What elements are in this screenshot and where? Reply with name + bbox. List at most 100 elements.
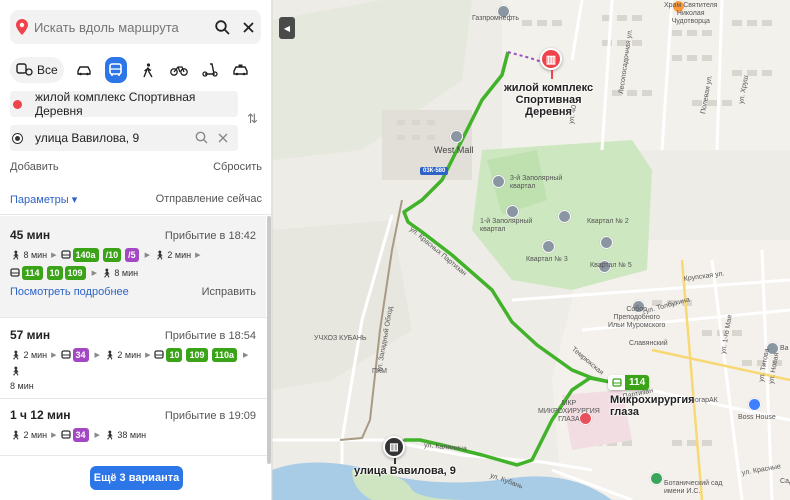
search-icon[interactable] [195,131,208,147]
building-poi-icon[interactable] [506,205,519,218]
route-number-badge: 114 [22,266,43,280]
walk-icon: 🚶︎ [153,249,166,260]
map-label: Квартал № 2 [587,218,629,225]
departure-time-selector[interactable]: Отправление сейчас [156,193,262,206]
leg-separator: ▶ [91,270,97,277]
map-label: Ботанический сад имени И.С. [664,480,723,495]
map-label: Славянский [629,340,668,347]
walk-duration: 2 мин [23,430,48,440]
more-routes-button[interactable]: Ещё 3 варианта [90,466,183,490]
route-option-1[interactable]: 45 мин Прибытие в 18:42 🚶︎ 8 мин ▶ 140а/1… [0,216,266,317]
route-from-field[interactable]: жилой комплекс Спортивная Деревня [10,90,238,118]
collapse-panel-button[interactable]: ◀ [279,17,295,39]
bus-leg: 10 109 110а [154,348,239,362]
close-icon[interactable] [235,10,261,44]
mode-taxi-button[interactable] [230,57,251,83]
walk-icon: 🚶︎ [10,429,22,440]
shopping-poi-icon[interactable] [450,130,463,143]
route-option-3[interactable]: 1 ч 12 мин Прибытие в 19:09 🚶︎ 2 мин ▶ 34… [0,399,266,455]
route-legs: 🚶︎ 8 мин ▶ 140а/10/5 ▶ 🚶︎ 2 мин ▶ 114 10 10… [10,248,256,280]
walk-leg: 🚶︎ 2 мин [154,250,191,261]
route-from-text: жилой комплекс Спортивная Деревня [35,90,196,118]
bus-leg: 34 [60,428,91,442]
start-label: улица Вавилова, 9 [354,465,456,477]
map-label: Храм Святителя Николая Чудотворца [664,2,718,25]
destination-marker[interactable]: ▥ [540,48,562,79]
boss-house-poi-icon[interactable] [748,398,761,411]
mode-bicycle-button[interactable] [168,57,189,83]
bus-icon [154,350,165,359]
route-number-badge: 110а [211,348,238,362]
route-fix-link[interactable]: Исправить [202,286,256,298]
map-label: West Mall [434,145,474,155]
bus-icon [10,268,20,277]
map-label: Ва [780,345,789,352]
scooter-icon [201,63,218,77]
leg-separator: ▶ [51,252,57,259]
route-search-input[interactable] [33,19,210,35]
add-point-link[interactable]: Добавить [10,161,59,173]
bus-leg: 114 10 [10,266,65,280]
map-label: Квартал № 3 [526,256,568,263]
destination-label: жилой комплекс Спортивная Деревня [504,82,594,118]
map-label: 3-й Заполярный квартал [510,175,563,190]
mode-scooter-button[interactable] [199,57,220,83]
leg-separator: ▶ [243,352,249,359]
route-number-badge: 10 [166,348,183,362]
route-arrival: Прибытие в 18:54 [164,330,256,342]
leg-separator: ▶ [51,432,57,439]
map-view[interactable]: ◀ 03К-580 Газпромнефть West Mall 3-й Зап… [272,0,790,500]
route-to-field[interactable]: улица Вавилова, 9 [10,125,238,151]
building-poi-icon[interactable] [558,210,571,223]
mixed-transport-icon [16,63,33,76]
transport-mode-bar: Все [10,56,261,84]
bus-icon [60,430,71,439]
walk-icon: 🚶︎ [100,267,113,278]
botanical-garden-poi-icon[interactable] [650,472,663,485]
start-marker[interactable]: ▥ [383,436,405,464]
building-poi-icon[interactable] [542,240,555,253]
walk-duration: 8 мин [114,268,139,278]
params-dropdown[interactable]: Параметры ▾ [10,193,77,206]
route-legs: 🚶︎ 2 мин ▶ 34 ▶ 🚶︎ 2 мин ▶ 10 109 110а ▶ 🚶︎ … [10,348,256,391]
reset-route-link[interactable]: Сбросить [213,161,262,173]
map-label: МКР МИКРОХИРУРГИЯ ГЛАЗА [538,400,600,423]
route-point-actions: Добавить Сбросить [10,161,262,173]
building-poi-icon[interactable] [600,236,613,249]
route-number-badge: 34 [72,428,89,442]
leg-separator: ▶ [145,352,151,359]
walk-icon [143,62,153,77]
walk-leg: 🚶︎ 38 мин [104,430,146,441]
leg-separator: ▶ [51,352,57,359]
walk-duration: 8 мин [23,250,48,260]
search-icon[interactable] [210,10,236,44]
route-option-2[interactable]: 57 мин Прибытие в 18:54 🚶︎ 2 мин ▶ 34 ▶ 🚶… [0,318,266,398]
map-label: Квартал № 5 [590,262,632,269]
mode-car-button[interactable] [74,57,95,83]
swap-points-icon[interactable]: ⇅ [247,111,258,127]
walk-leg: 🚶︎ 8 мин [10,250,47,261]
map-label: учхоз кубань [314,335,367,342]
bus-stop-marker[interactable]: 114 [608,375,650,390]
divider [0,455,271,456]
walk-leg: 🚶︎ 2 мин [10,350,47,361]
route-number-badge: 109 [64,266,86,280]
mode-all-label: Все [37,63,58,77]
mode-all-button[interactable]: Все [10,57,64,83]
mode-transit-button[interactable] [104,57,128,83]
route-number-badge: 140а [72,248,99,262]
route-search-box [10,10,261,44]
leg-separator: ▶ [94,432,100,439]
map-label: ПКМ [372,368,387,375]
route-duration: 1 ч 12 мин [10,408,71,422]
scrollbar[interactable] [267,216,271,464]
route-to-text: улица Вавилова, 9 [35,131,140,145]
location-pin-icon [10,19,34,35]
building-poi-icon[interactable] [492,175,505,188]
taxi-icon [233,64,248,76]
route-details-link[interactable]: Посмотреть подробнее [10,286,129,298]
clear-icon[interactable] [218,132,228,146]
mode-walk-button[interactable] [137,57,158,83]
bus-icon [60,250,71,259]
route-number-badge: /5 [125,248,139,262]
